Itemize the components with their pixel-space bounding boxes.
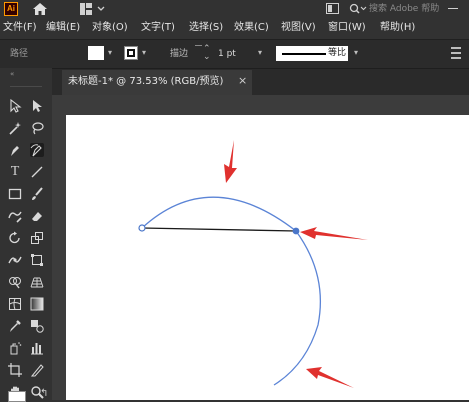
curvature-tool-icon[interactable]	[30, 143, 44, 157]
mesh-tool-icon[interactable]	[8, 297, 22, 311]
panel-menu-icon[interactable]	[451, 46, 463, 60]
menu-effect[interactable]: 效果(C)	[234, 22, 269, 34]
width-tool-icon[interactable]	[8, 253, 22, 267]
type-tool-icon[interactable]: T	[8, 165, 22, 179]
stroke-dropdown-icon[interactable]: ▾	[142, 48, 146, 57]
menu-window[interactable]: 窗口(W)	[328, 22, 366, 34]
anchor-point-right	[292, 227, 300, 235]
title-bar: Ai 搜索 Adobe 帮助	[0, 0, 469, 19]
straight-segment	[141, 227, 297, 232]
canvas-pasteboard	[52, 95, 469, 115]
arrange-documents-icon[interactable]	[326, 3, 339, 15]
menu-type[interactable]: 文字(T)	[141, 22, 175, 34]
perspective-grid-tool-icon[interactable]	[30, 275, 44, 289]
blend-tool-icon[interactable]	[30, 319, 44, 333]
menu-object[interactable]: 对象(O)	[92, 22, 128, 34]
document-tab-title: 未标题-1* @ 73.53% (RGB/预览)	[68, 76, 224, 87]
eyedropper-tool-icon[interactable]	[8, 319, 22, 333]
curved-path	[141, 196, 321, 386]
tools-panel: « T	[0, 68, 52, 400]
magic-wand-tool-icon[interactable]	[8, 121, 22, 135]
selection-type-label: 路径	[10, 49, 29, 59]
search-icon[interactable]	[349, 3, 367, 15]
symbol-sprayer-tool-icon[interactable]	[8, 341, 22, 355]
shape-builder-tool-icon[interactable]	[8, 275, 22, 289]
direct-selection-tool-icon[interactable]	[30, 99, 44, 113]
search-input[interactable]: 搜索 Adobe 帮助	[369, 3, 439, 15]
close-tab-icon[interactable]: ×	[238, 75, 247, 87]
slice-tool-icon[interactable]	[30, 363, 44, 377]
stroke-label: 描边	[170, 49, 189, 59]
workspace-icon[interactable]	[80, 3, 106, 15]
profile-dropdown-icon[interactable]: ▾	[354, 48, 358, 57]
control-bar: 路径 ▾ ▾ 描边 ⌃ ⌄ 1 pt ▾ 等比 ▾	[0, 39, 469, 69]
scale-tool-icon[interactable]	[30, 231, 44, 245]
stroke-stepper-icon[interactable]: ⌃ ⌄	[203, 45, 211, 62]
column-graph-tool-icon[interactable]	[30, 341, 44, 355]
annotation-arrow-right	[300, 227, 368, 240]
menu-edit[interactable]: 编辑(E)	[46, 22, 80, 34]
artboard-tool-icon[interactable]	[8, 363, 22, 377]
annotation-arrow-bottom	[306, 367, 354, 388]
stroke-swatch[interactable]	[124, 46, 138, 60]
swap-fill-stroke-icon[interactable]: ↰	[40, 388, 48, 399]
fill-dropdown-icon[interactable]: ▾	[108, 48, 112, 57]
document-tab[interactable]: 未标题-1* @ 73.53% (RGB/预览) ×	[62, 70, 252, 95]
annotation-arrow-top	[224, 140, 237, 183]
variable-width-profile[interactable]: 等比	[276, 46, 348, 61]
menu-file[interactable]: 文件(F)	[3, 22, 37, 34]
menu-select[interactable]: 选择(S)	[189, 22, 223, 34]
fill-swatch[interactable]	[88, 46, 104, 60]
pen-tool-icon[interactable]	[8, 143, 22, 157]
panel-divider	[10, 86, 42, 87]
menu-view[interactable]: 视图(V)	[281, 22, 316, 34]
minimize-icon[interactable]	[448, 8, 458, 9]
free-transform-tool-icon[interactable]	[30, 253, 44, 267]
rotate-tool-icon[interactable]	[8, 231, 22, 245]
app-logo: Ai	[4, 2, 18, 16]
shaper-tool-icon[interactable]	[8, 209, 22, 223]
line-segment-tool-icon[interactable]	[30, 165, 44, 179]
anchor-point-left	[138, 224, 146, 232]
canvas-pasteboard-left	[52, 95, 66, 400]
rectangle-tool-icon[interactable]	[8, 187, 22, 201]
profile-label: 等比	[328, 48, 347, 58]
home-icon[interactable]	[32, 2, 48, 16]
menu-bar: 文件(F) 编辑(E) 对象(O) 文字(T) 选择(S) 效果(C) 视图(V…	[0, 19, 469, 38]
separator	[195, 45, 202, 46]
panel-grip-icon[interactable]: «	[10, 70, 15, 78]
artboard[interactable]	[66, 115, 469, 400]
fill-color-indicator[interactable]	[8, 391, 26, 402]
paintbrush-tool-icon[interactable]	[30, 187, 44, 201]
eraser-tool-icon[interactable]	[30, 209, 44, 223]
stroke-weight-field[interactable]: 1 pt	[218, 48, 236, 60]
gradient-tool-icon[interactable]	[30, 297, 44, 311]
selection-tool-icon[interactable]	[8, 98, 22, 113]
menu-help[interactable]: 帮助(H)	[380, 22, 415, 34]
stroke-weight-dropdown-icon[interactable]: ▾	[258, 48, 262, 57]
lasso-tool-icon[interactable]	[30, 121, 44, 135]
